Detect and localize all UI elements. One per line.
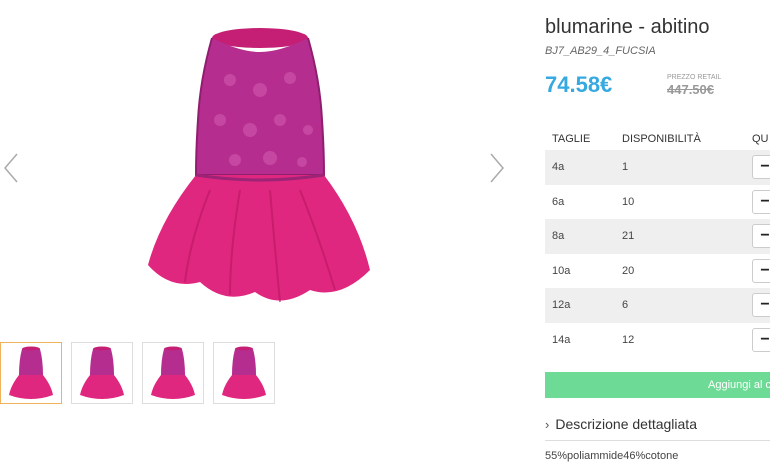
- availability-cell: 6: [622, 299, 629, 312]
- product-price: 74.58€: [545, 72, 613, 97]
- divider: [545, 440, 770, 441]
- table-row: 4a 1 −: [545, 150, 770, 185]
- header-quantity: QU: [752, 133, 769, 145]
- thumbnail-4[interactable]: [213, 342, 275, 404]
- availability-cell: 1: [622, 161, 629, 174]
- description-toggle-label: Descrizione dettagliata: [555, 416, 697, 432]
- availability-cell: 20: [622, 264, 635, 277]
- size-cell: 6a: [552, 195, 565, 208]
- thumbnail-2[interactable]: [71, 342, 133, 404]
- quantity-decrease-button[interactable]: −: [752, 224, 770, 249]
- quantity-decrease-button[interactable]: −: [752, 293, 770, 318]
- quantity-decrease-button[interactable]: −: [752, 155, 770, 180]
- availability-cell: 21: [622, 230, 635, 243]
- product-composition: 55%poliammide46%cotone: [545, 450, 679, 462]
- table-row: 12a 6 −: [545, 288, 770, 323]
- retail-price-label: PREZZO RETAIL: [667, 74, 722, 81]
- table-row: 8a 21 −: [545, 219, 770, 254]
- retail-price: 447.50€: [667, 82, 714, 97]
- sizes-table-header: TAGLIE DISPONIBILITÀ QU: [545, 128, 770, 150]
- chevron-right-icon[interactable]: [488, 152, 506, 184]
- quantity-decrease-button[interactable]: −: [752, 258, 770, 283]
- size-cell: 14a: [552, 333, 571, 346]
- size-cell: 4a: [552, 161, 565, 174]
- availability-cell: 12: [622, 333, 635, 346]
- product-info-panel: blumarine - abitino BJ7_AB29_4_FUCSIA 74…: [545, 0, 770, 474]
- add-to-cart-button[interactable]: Aggiungi al carrel: [545, 372, 770, 398]
- product-sku: BJ7_AB29_4_FUCSIA: [545, 45, 656, 57]
- chevron-right-icon: ›: [545, 416, 550, 432]
- quantity-decrease-button[interactable]: −: [752, 189, 770, 214]
- add-to-cart-label: Aggiungi al carrel: [708, 379, 770, 391]
- description-toggle[interactable]: › Descrizione dettagliata: [545, 416, 697, 432]
- thumbnail-strip: [0, 342, 275, 404]
- sizes-table: TAGLIE DISPONIBILITÀ QU 4a 1 − 6a 10 − 8…: [545, 128, 770, 357]
- product-title: blumarine - abitino: [545, 16, 710, 38]
- header-availability: DISPONIBILITÀ: [622, 133, 701, 145]
- size-cell: 8a: [552, 230, 565, 243]
- chevron-left-icon[interactable]: [2, 152, 20, 184]
- table-row: 14a 12 −: [545, 323, 770, 358]
- size-cell: 12a: [552, 299, 571, 312]
- table-row: 10a 20 −: [545, 254, 770, 289]
- table-row: 6a 10 −: [545, 185, 770, 220]
- quantity-decrease-button[interactable]: −: [752, 327, 770, 352]
- thumbnail-1[interactable]: [0, 342, 62, 404]
- header-size: TAGLIE: [552, 133, 591, 145]
- size-cell: 10a: [552, 264, 571, 277]
- thumbnail-3[interactable]: [142, 342, 204, 404]
- availability-cell: 10: [622, 195, 635, 208]
- product-main-image: [130, 20, 390, 320]
- product-gallery: [0, 0, 520, 474]
